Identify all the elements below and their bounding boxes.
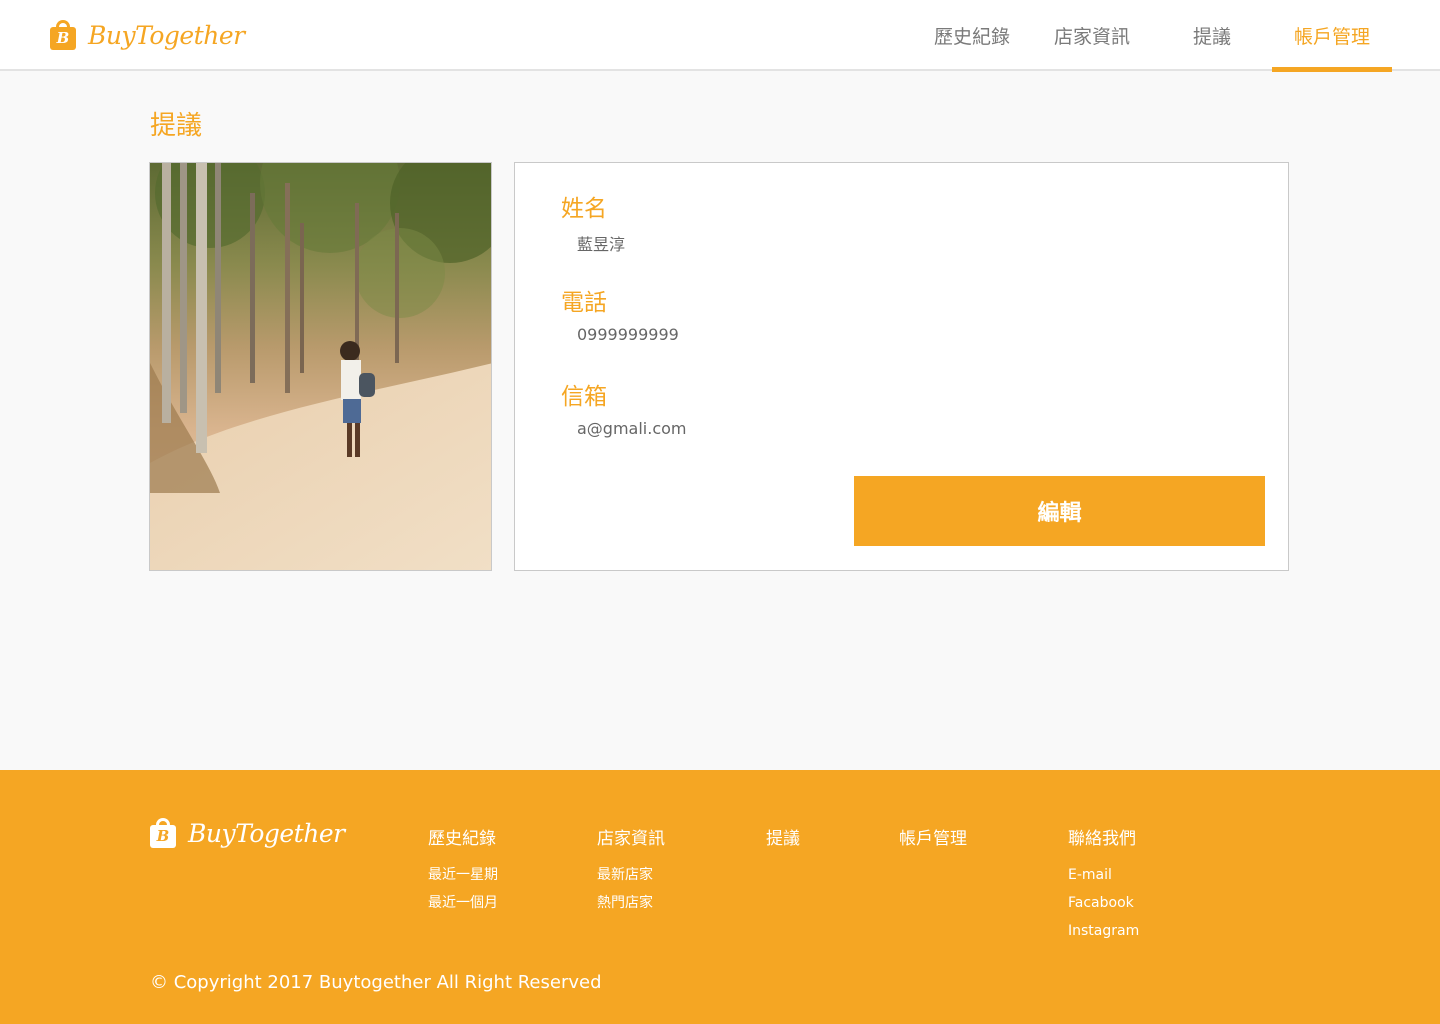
phone-value: 0999999999 <box>577 325 679 344</box>
profile-photo <box>149 162 492 571</box>
nav-item-proposals[interactable]: 提議 <box>1152 0 1272 70</box>
logo[interactable]: B BuyTogether <box>50 20 245 50</box>
phone-label: 電話 <box>561 290 607 316</box>
nav-item-stores[interactable]: 店家資訊 <box>1032 0 1152 70</box>
site-footer: B BuyTogether 歷史紀錄 最近一星期 最近一個月 店家資訊 最新店家… <box>0 770 1440 1024</box>
footer-col-title[interactable]: 帳戶管理 <box>899 824 967 849</box>
page-title: 提議 <box>150 111 203 141</box>
site-header: B BuyTogether 歷史紀錄 店家資訊 提議 帳戶管理 <box>0 0 1440 72</box>
footer-col-title[interactable]: 聯絡我們 <box>1068 824 1139 849</box>
footer-col-proposals: 提議 <box>766 824 800 867</box>
footer-brand-name: BuyTogether <box>188 818 345 848</box>
email-value: a@gmali.com <box>577 419 687 438</box>
footer-col-stores: 店家資訊 最新店家 熱門店家 <box>597 824 665 923</box>
nav-item-history[interactable]: 歷史紀錄 <box>912 0 1032 70</box>
footer-link-instagram[interactable]: Instagram <box>1068 923 1139 940</box>
edit-button[interactable]: 編輯 <box>854 476 1265 546</box>
copyright: © Copyright 2017 Buytogether All Right R… <box>150 972 602 993</box>
footer-col-contact: 聯絡我們 E-mail Facabook Instagram <box>1068 824 1139 951</box>
nav-item-account[interactable]: 帳戶管理 <box>1272 0 1392 72</box>
footer-link[interactable]: 最近一星期 <box>428 867 498 884</box>
footer-link[interactable]: 最新店家 <box>597 867 665 884</box>
brand-name: BuyTogether <box>88 20 245 50</box>
footer-link-email[interactable]: E-mail <box>1068 867 1139 884</box>
name-value: 藍昱淳 <box>577 235 626 254</box>
footer-link-facebook[interactable]: Facabook <box>1068 895 1139 912</box>
footer-col-account: 帳戶管理 <box>899 824 967 867</box>
footer-link[interactable]: 熱門店家 <box>597 895 665 912</box>
footer-link[interactable]: 最近一個月 <box>428 895 498 912</box>
profile-card: 姓名 藍昱淳 電話 0999999999 信箱 a@gmali.com 編輯 <box>514 162 1289 571</box>
footer-col-title[interactable]: 提議 <box>766 824 800 849</box>
footer-col-title[interactable]: 店家資訊 <box>597 824 665 849</box>
footer-col-history: 歷史紀錄 最近一星期 最近一個月 <box>428 824 498 923</box>
shopping-bag-icon: B <box>150 818 176 848</box>
name-label: 姓名 <box>561 196 607 222</box>
footer-logo[interactable]: B BuyTogether <box>150 818 345 848</box>
shopping-bag-icon: B <box>50 20 76 50</box>
footer-col-title[interactable]: 歷史紀錄 <box>428 824 498 849</box>
main-nav: 歷史紀錄 店家資訊 提議 帳戶管理 <box>912 0 1392 72</box>
email-label: 信箱 <box>561 384 607 410</box>
